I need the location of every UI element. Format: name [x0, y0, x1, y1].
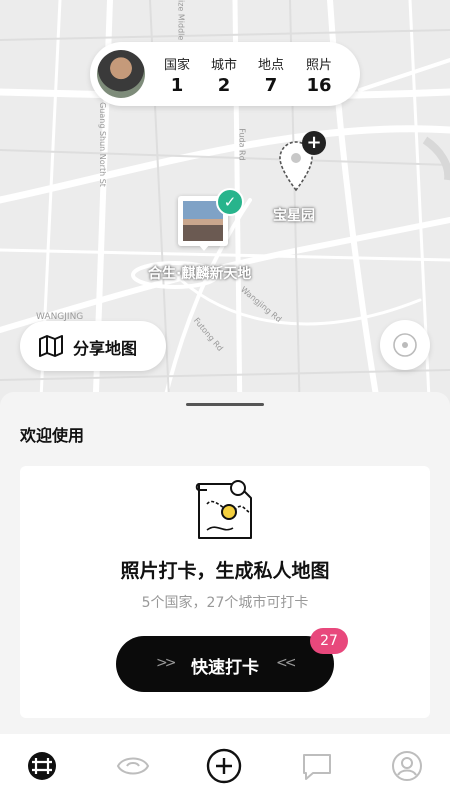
check-icon: ✓	[216, 188, 244, 216]
tab-add[interactable]	[206, 748, 242, 784]
eye-icon	[116, 757, 150, 775]
plus-circle-icon	[206, 748, 242, 784]
stat-countries: 国家 1	[157, 54, 197, 96]
avatar[interactable]	[97, 50, 145, 98]
stat-label: 国家	[163, 58, 190, 73]
stat-label: 城市	[210, 58, 237, 73]
card-headline: 照片打卡，生成私人地图	[120, 560, 330, 582]
stat-photos: 照片 16	[299, 54, 339, 96]
sheet-handle[interactable]	[186, 403, 264, 406]
chat-icon	[303, 754, 331, 780]
stat-label: 地点	[257, 58, 284, 73]
count-badge: 27	[310, 628, 348, 654]
tab-bar	[0, 734, 450, 800]
globe-icon	[28, 752, 56, 780]
locate-button[interactable]	[380, 320, 430, 370]
welcome-card: 照片打卡，生成私人地图 5个国家，27个城市可打卡 >> 快速打卡 << 27	[20, 466, 430, 718]
locate-icon	[393, 333, 417, 357]
place-label[interactable]: 宝星园	[273, 205, 315, 225]
bottom-sheet: 欢迎使用 照片打卡，生成私人地图 5个国家，27个城市可打卡 >> 快速打卡 <…	[0, 392, 450, 734]
card-subtitle: 5个国家，27个城市可打卡	[141, 595, 309, 611]
add-icon[interactable]: +	[302, 131, 326, 155]
quick-checkin-label: 快速打卡	[191, 658, 259, 678]
stat-value: 7	[264, 75, 278, 96]
stat-cities: 城市 2	[204, 54, 244, 96]
share-map-label: 分享地图	[73, 339, 138, 358]
map-view[interactable]: Lize Middle Rd Fuda Rd Wangjing Rd Guang…	[0, 0, 450, 420]
tab-messages[interactable]	[299, 748, 335, 784]
stat-places: 地点 7	[251, 54, 291, 96]
place-label[interactable]: 合生·麒麟新天地	[148, 263, 251, 283]
tab-profile[interactable]	[389, 748, 425, 784]
quick-checkin-button[interactable]: >> 快速打卡 <<	[116, 636, 334, 692]
share-map-button[interactable]: 分享地图	[20, 321, 166, 371]
tab-globe[interactable]	[24, 748, 60, 784]
stat-value: 2	[217, 75, 231, 96]
map-icon	[39, 335, 63, 357]
stats-pill: 国家 1 城市 2 地点 7 照片 16	[90, 42, 360, 106]
stat-value: 1	[170, 75, 184, 96]
chevrons-left-icon: <<	[276, 655, 297, 671]
stat-label: 照片	[305, 58, 332, 73]
stat-value: 16	[306, 75, 332, 96]
map-road-label: Fuda Rd	[237, 128, 247, 161]
map-illustration-icon	[195, 480, 252, 539]
profile-icon	[392, 751, 422, 781]
map-road-label: Guang Shun North St	[97, 102, 107, 187]
sheet-title: 欢迎使用	[20, 426, 85, 445]
tab-discover[interactable]	[115, 748, 151, 784]
